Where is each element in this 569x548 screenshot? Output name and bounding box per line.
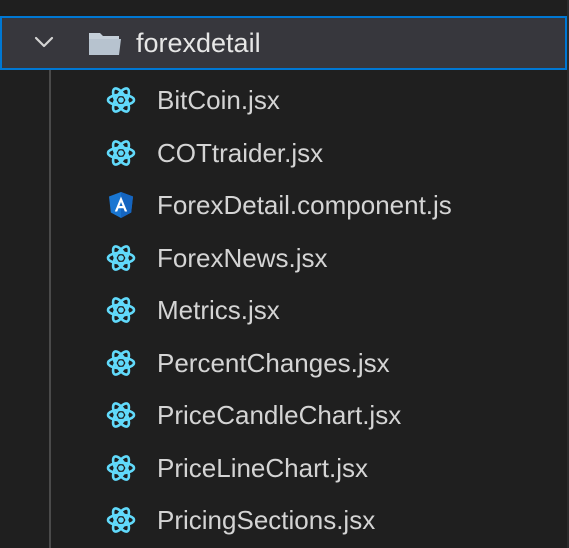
folder-row-forexdetail[interactable]: forexdetail [0,16,567,70]
file-name: PercentChanges.jsx [157,347,390,378]
file-item[interactable]: BitCoin.jsx [0,74,567,127]
file-name: Metrics.jsx [157,295,280,325]
react-icon [106,87,136,113]
react-icon [106,297,136,323]
file-name: ForexDetail.component.js [157,190,452,220]
file-explorer: forexdetail BitCoin.jsx COTtraider.jsx F… [0,0,569,548]
file-name: PriceCandleChart.jsx [157,400,402,430]
react-icon [106,139,136,166]
react-icon [106,244,136,271]
file-item[interactable]: COTtraider.jsx [0,127,567,180]
react-icon [106,402,136,428]
file-item[interactable]: PricingSections.jsx [0,494,567,547]
file-name: ForexNews.jsx [157,242,328,273]
file-name: COTtraider.jsx [157,137,324,168]
react-icon [106,454,136,481]
file-item[interactable]: Metrics.jsx [0,284,567,337]
chevron-down-icon[interactable] [33,31,55,53]
react-icon [106,507,136,533]
file-name: PricingSections.jsx [157,505,376,535]
file-item[interactable]: ForexDetail.component.js [0,179,567,232]
open-folder-icon [89,33,121,55]
file-item[interactable]: ForexNews.jsx [0,232,567,285]
file-item[interactable]: PriceCandleChart.jsx [0,389,567,442]
file-name: BitCoin.jsx [157,85,280,115]
explorer-top-edge [0,0,567,8]
angular-icon [109,192,133,218]
file-item[interactable]: PriceLineChart.jsx [0,442,567,495]
folder-name: forexdetail [136,28,261,58]
file-name: PriceLineChart.jsx [157,452,368,483]
file-list: BitCoin.jsx COTtraider.jsx ForexDetail.c… [0,74,567,547]
react-icon [106,349,136,376]
file-item[interactable]: PercentChanges.jsx [0,337,567,390]
